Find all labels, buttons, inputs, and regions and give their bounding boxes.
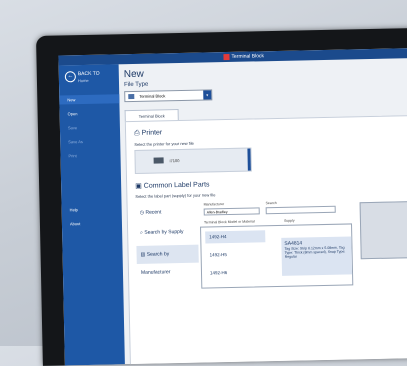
manufacturer-select[interactable]: Allen-Bradley [203, 207, 260, 216]
option-search-by-manufacturer[interactable]: ▥ Search by Manufacturer [136, 244, 199, 276]
printer-selector-edge [247, 148, 251, 171]
label-parts-icon: ▣ [135, 182, 142, 190]
back-label: BACK TO [77, 70, 100, 78]
printer-heading: ⎙ Printer [134, 129, 162, 138]
back-to-home-button[interactable]: ← BACK TO Home [64, 69, 115, 86]
sidebar-item-help[interactable]: Help [62, 204, 122, 214]
printer-selector[interactable]: i7100 [134, 147, 252, 174]
monitor-bezel: Terminal Block ← BACK TO Home New Open S… [36, 27, 407, 366]
sidebar-item-save[interactable]: Save [60, 122, 120, 132]
search-input[interactable] [265, 205, 336, 215]
clock-icon: ◷ [139, 209, 145, 216]
search-icon: ⌕ [140, 229, 144, 236]
printer-heading-text: Printer [141, 129, 163, 137]
supply-item[interactable]: SA4814 Tag Size: Strip 6.12mm x 5.08mm, … [281, 236, 353, 276]
terminal-block-icon [128, 93, 135, 100]
sidebar-item-save-as[interactable]: Save As [60, 136, 120, 146]
sidebar: ← BACK TO Home New Open Save Save As Pri… [58, 64, 125, 366]
sidebar-item-new[interactable]: New [59, 94, 120, 105]
file-type-label: File Type [123, 81, 149, 89]
page-title: New [123, 68, 144, 81]
manufacturer-label: Manufacturer [203, 202, 225, 207]
factory-icon: ▥ [140, 251, 146, 258]
printer-sub: Select the printer for your new file [134, 140, 194, 147]
option-search-by-manufacturer-label: Search by Manufacturer [140, 251, 171, 276]
back-arrow-icon: ← [64, 71, 76, 83]
printer-device-icon [153, 157, 164, 164]
chevron-down-icon[interactable]: ▾ [203, 90, 212, 100]
common-parts-sub: Select the label part (supply) for your … [135, 192, 216, 199]
list-item[interactable]: 1492-H6 [206, 266, 266, 279]
option-search-by-supply-label: Search by Supply [144, 228, 184, 236]
sidebar-item-open[interactable]: Open [60, 108, 120, 118]
printer-icon: ⎙ [133, 129, 140, 137]
list-item[interactable]: 1492-H5 [206, 248, 266, 261]
app-window: Terminal Block ← BACK TO Home New Open S… [58, 47, 407, 366]
window-title: Terminal Block [231, 53, 265, 60]
printer-name: i7100 [169, 158, 180, 164]
main-area: New File Type Terminal Block ▾ Terminal … [119, 57, 407, 366]
label-preview [359, 200, 407, 260]
back-sub-label: Home [77, 77, 89, 84]
list-item[interactable]: 1492-H4 [205, 230, 266, 244]
model-supply-list: 1492-H4 1492-H5 1492-H6 SA4814 Tag Size:… [200, 223, 354, 289]
supply-column-label: Supply [283, 218, 295, 223]
model-column-label: Terminal Block Model or Material [203, 219, 255, 225]
file-type-select[interactable]: Terminal Block ▾ [124, 89, 213, 103]
file-type-value: Terminal Block [139, 93, 166, 99]
option-search-by-supply[interactable]: ⌕ Search by Supply [136, 223, 198, 242]
option-recent[interactable]: ◷ Recent [136, 203, 198, 222]
sidebar-item-print[interactable]: Print [60, 150, 120, 160]
option-recent-label: Recent [145, 209, 162, 216]
search-label: Search [265, 200, 277, 206]
sidebar-item-about[interactable]: About [62, 218, 122, 228]
common-parts-heading-text: Common Label Parts [143, 181, 210, 190]
brady-logo-icon [223, 53, 230, 61]
supply-detail: Tag Size: Strip 6.12mm x 5.08mm, Tag Typ… [284, 245, 346, 259]
common-parts-heading: ▣ Common Label Parts [135, 180, 209, 190]
settings-panel: ⎙ Printer Select the printer for your ne… [124, 114, 407, 366]
